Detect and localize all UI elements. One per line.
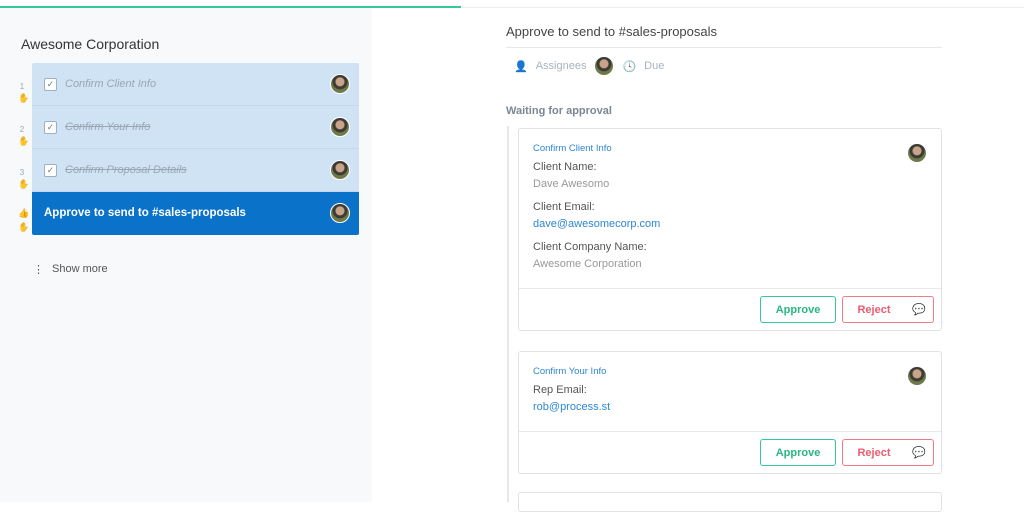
assignees-button[interactable]: Assignees [536,60,587,72]
assignee-avatar[interactable] [594,56,615,76]
task-meta: 👤 Assignees 🕓 Due [514,56,664,76]
step-label: Confirm Client Info [65,78,157,90]
step-item[interactable]: ✓ Confirm Your Info [32,106,359,149]
approval-card [518,492,942,512]
reject-button[interactable]: Reject [842,296,906,323]
form-link[interactable]: Confirm Client Info [533,143,927,154]
comment-icon[interactable]: 💬 [905,439,934,466]
checklist-title: Awesome Corporation [21,36,160,52]
due-button[interactable]: Due [644,60,664,72]
field-label: Client Name: [533,161,597,173]
divider [506,47,942,48]
hand-icon: ✋ [18,179,30,189]
avatar [330,160,350,180]
approval-card: Confirm Client Info Client Name: Dave Aw… [518,128,942,331]
thumbs-up-icon: 👍 [18,208,30,218]
comment-icon[interactable]: 💬 [905,296,934,323]
hand-icon: ✋ [18,93,30,103]
show-more-label: Show more [52,263,108,275]
step-item[interactable]: ✓ Confirm Proposal Details [32,149,359,192]
email-link[interactable]: rob@process.st [533,401,927,413]
step-label: Approve to send to #sales-proposals [44,207,246,219]
form-link[interactable]: Confirm Your Info [533,366,927,377]
checkbox-checked-icon[interactable]: ✓ [44,78,57,91]
reject-button[interactable]: Reject [842,439,906,466]
field-value: Dave Awesomo [533,178,610,190]
step-label: Confirm Your Info [65,121,151,133]
step-number: 3 [19,168,25,177]
user-icon: 👤 [514,60,528,73]
field-value: Awesome Corporation [533,258,642,270]
show-more-button[interactable]: ⋮ Show more [33,263,108,276]
checkbox-checked-icon[interactable]: ✓ [44,164,57,177]
approve-button[interactable]: Approve [760,439,836,466]
step-item-active[interactable]: Approve to send to #sales-proposals [32,192,359,235]
step-item[interactable]: ✓ Confirm Client Info [32,63,359,106]
avatar [907,143,927,163]
clock-icon: 🕓 [622,60,637,73]
step-label: Confirm Proposal Details [65,164,187,176]
hand-icon: ✋ [18,136,30,146]
avatar [907,366,927,386]
sidebar: Awesome Corporation ✓ Confirm Client Inf… [0,8,372,502]
email-link[interactable]: dave@awesomecorp.com [533,218,927,230]
section-heading: Waiting for approval [506,105,612,117]
step-number: 1 [19,82,25,91]
step-number: 2 [19,125,25,134]
hand-icon: ✋ [18,222,30,232]
more-vertical-icon: ⋮ [33,264,44,276]
avatar [330,117,350,137]
avatar [330,74,350,94]
approval-card: Confirm Your Info Rep Email: rob@process… [518,351,942,474]
field-label: Rep Email: [533,384,587,396]
timeline-line [507,126,509,502]
approve-button[interactable]: Approve [760,296,836,323]
avatar [330,203,350,223]
step-list: ✓ Confirm Client Info ✓ Confirm Your Inf… [32,63,359,235]
task-title: Approve to send to #sales-proposals [506,24,718,39]
checkbox-checked-icon[interactable]: ✓ [44,121,57,134]
field-label: Client Company Name: [533,241,647,253]
field-label: Client Email: [533,201,595,213]
